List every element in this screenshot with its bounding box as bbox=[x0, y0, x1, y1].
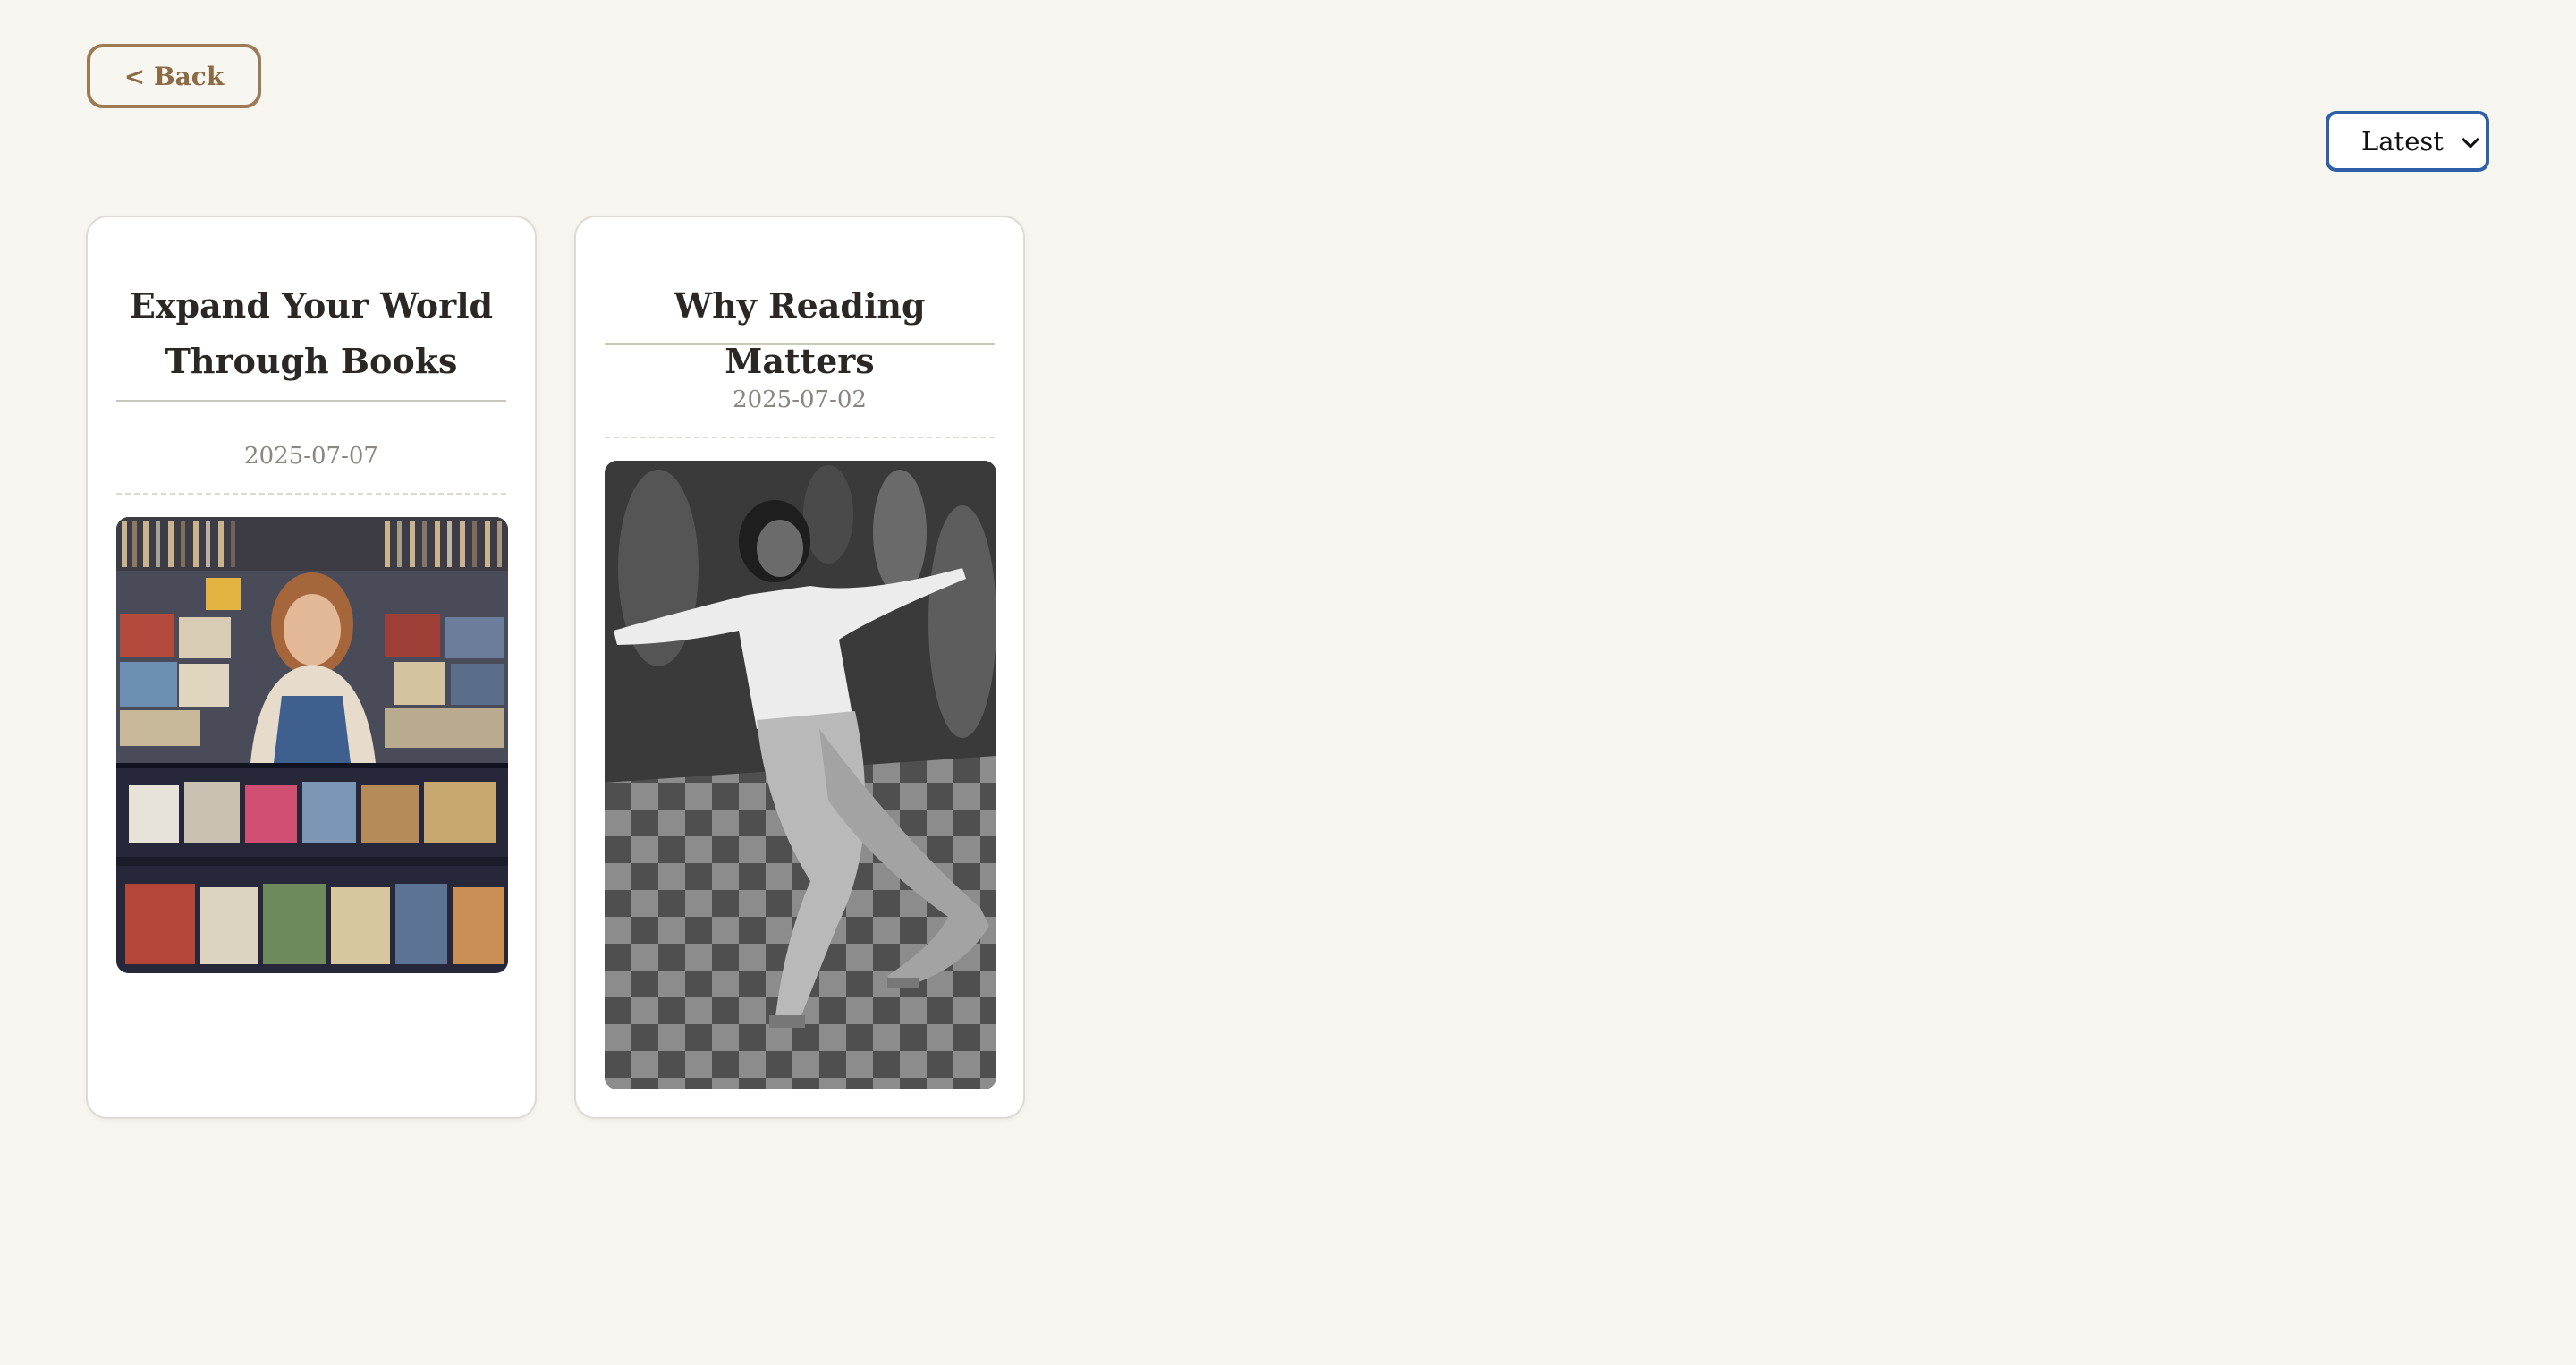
post-image bbox=[605, 461, 996, 1089]
date-divider bbox=[116, 493, 506, 495]
post-title: Why Reading Matters bbox=[674, 285, 926, 381]
post-image bbox=[116, 517, 508, 973]
post-title: Expand Your World Through Books bbox=[129, 285, 494, 381]
post-card[interactable]: Expand Your World Through Books 2025-07-… bbox=[86, 216, 537, 1119]
post-date: 2025-07-02 bbox=[733, 386, 867, 413]
post-card[interactable]: Why Reading Matters 2025-07-02 bbox=[574, 216, 1025, 1119]
title-divider bbox=[605, 343, 995, 345]
sort-select-value: Latest bbox=[2361, 126, 2444, 157]
sort-select[interactable]: Latest bbox=[2326, 111, 2489, 172]
chevron-down-icon bbox=[2462, 131, 2479, 148]
back-button[interactable]: < Back bbox=[87, 44, 261, 108]
date-divider bbox=[605, 437, 995, 438]
title-divider bbox=[116, 400, 506, 402]
post-date: 2025-07-07 bbox=[244, 443, 378, 470]
